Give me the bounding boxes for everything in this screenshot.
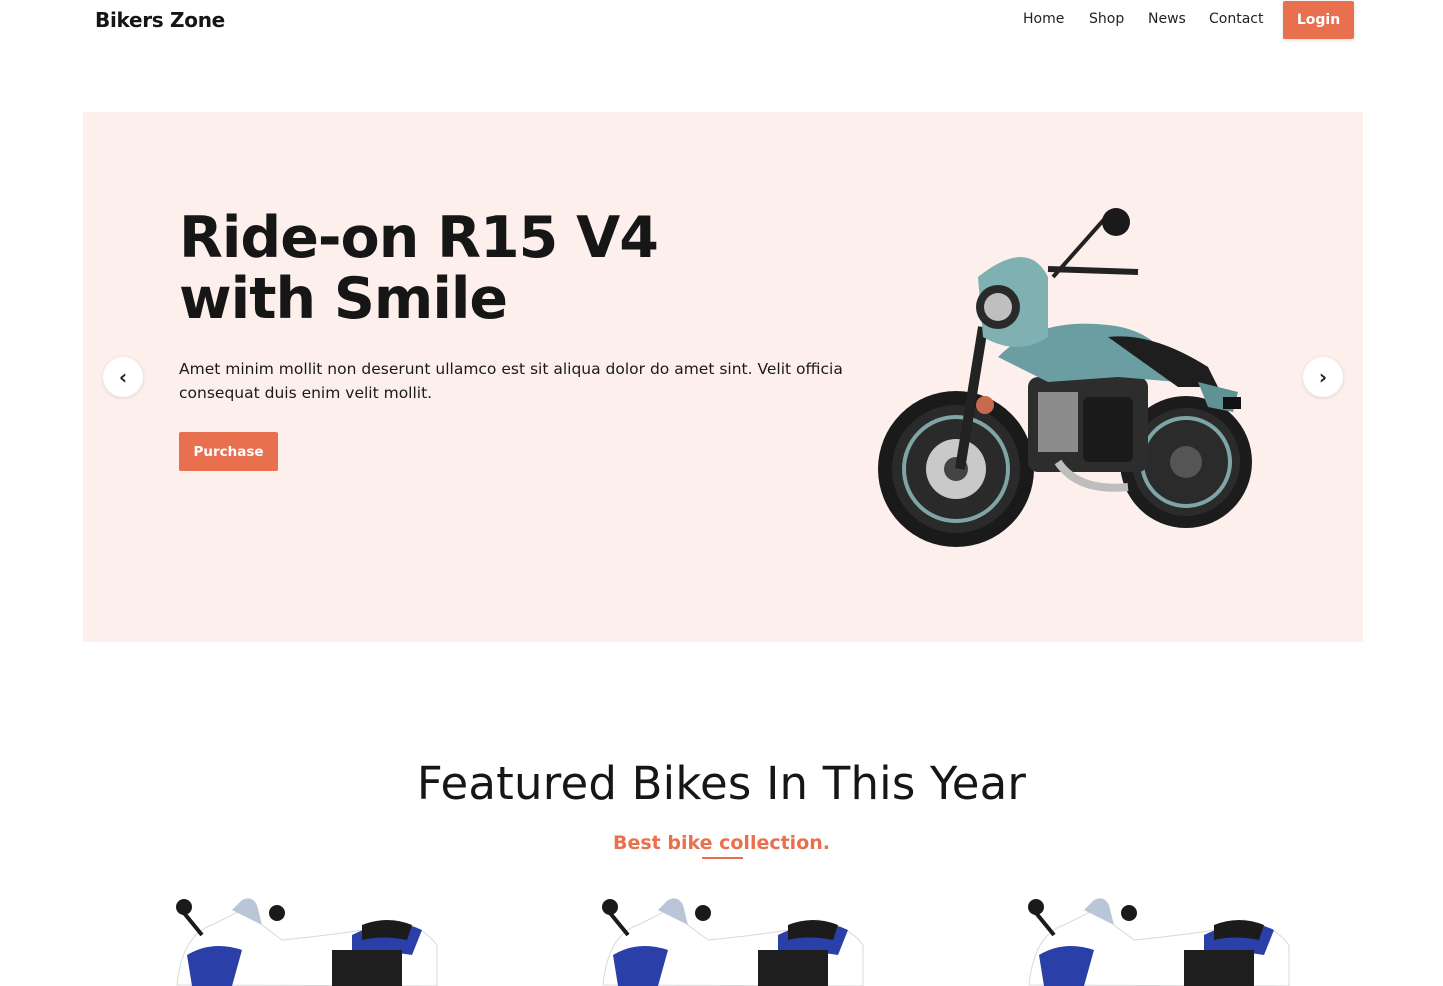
nav-news[interactable]: News — [1148, 11, 1186, 27]
featured-bike-image-1[interactable] — [172, 895, 442, 986]
purchase-button[interactable]: Purchase — [179, 432, 278, 471]
featured-bike-image-2[interactable] — [598, 895, 868, 986]
nav-home[interactable]: Home — [1023, 11, 1064, 27]
site-header: Bikers Zone Home Shop News Contact Login — [0, 0, 1443, 40]
brand-logo[interactable]: Bikers Zone — [95, 8, 225, 32]
nav-shop[interactable]: Shop — [1089, 11, 1124, 27]
chevron-right-icon: › — [1318, 365, 1328, 389]
nav-contact[interactable]: Contact — [1209, 11, 1263, 27]
hero-title-line-2: with Smile — [179, 266, 508, 332]
hero-carousel: ‹ Ride-on R15 V4 with Smile Amet minim m… — [83, 112, 1363, 642]
hero-motorcycle-image — [878, 208, 1252, 547]
hero-title: Ride-on R15 V4 with Smile — [179, 208, 779, 330]
subtitle-underline — [702, 857, 743, 859]
featured-section-subtitle: Best bike collection. — [613, 832, 830, 854]
featured-bike-image-3[interactable] — [1024, 895, 1294, 986]
carousel-prev-button[interactable]: ‹ — [103, 357, 143, 397]
chevron-left-icon: ‹ — [118, 365, 128, 389]
hero-description: Amet minim mollit non deserunt ullamco e… — [179, 360, 843, 402]
hero-title-line-1: Ride-on R15 V4 — [179, 205, 659, 271]
login-button[interactable]: Login — [1283, 1, 1354, 39]
featured-section-title: Featured Bikes In This Year — [416, 757, 1027, 810]
carousel-next-button[interactable]: › — [1303, 357, 1343, 397]
